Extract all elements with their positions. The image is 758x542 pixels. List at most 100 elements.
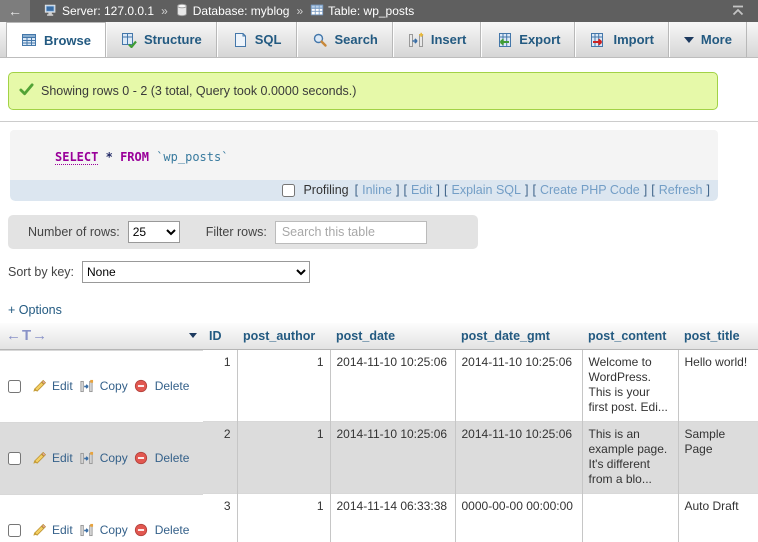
- header-actions-cell: ←T→: [0, 323, 203, 349]
- cell-post-date: 2014-11-10 10:25:06: [330, 349, 455, 422]
- column-header-id[interactable]: ID: [203, 323, 237, 349]
- with-selected-dropdown-icon[interactable]: [189, 333, 197, 338]
- chevron-down-icon: [684, 37, 694, 43]
- cell-post-author: 1: [237, 422, 330, 494]
- cell-id: 2: [203, 422, 237, 494]
- row-select-checkbox[interactable]: [8, 524, 21, 537]
- copy-icon: [79, 523, 94, 538]
- bracket: ]: [396, 183, 399, 197]
- breadcrumb-server[interactable]: Server: 127.0.0.1: [44, 3, 154, 20]
- delete-row-link[interactable]: Delete: [155, 451, 190, 466]
- explain-sql-link[interactable]: Explain SQL: [451, 183, 520, 197]
- profiling-checkbox[interactable]: [282, 184, 295, 197]
- sql-icon: [232, 32, 248, 48]
- tab-export[interactable]: Export: [481, 22, 575, 57]
- filter-rows-label: Filter rows:: [206, 225, 267, 239]
- refresh-link[interactable]: Refresh: [659, 183, 703, 197]
- sql-query-text: SELECT * FROM `wp_posts`: [10, 130, 718, 180]
- tab-structure-label: Structure: [144, 32, 202, 47]
- column-header-post-date[interactable]: post_date: [330, 323, 455, 349]
- bracket: [: [532, 183, 535, 197]
- results-table: ←T→ ID post_author post_date post_date_g…: [0, 323, 758, 542]
- table-header-row: ←T→ ID post_author post_date post_date_g…: [0, 323, 758, 349]
- column-header-post-date-gmt[interactable]: post_date_gmt: [455, 323, 582, 349]
- tab-import[interactable]: Import: [575, 22, 668, 57]
- number-of-rows-select[interactable]: 25: [128, 221, 180, 243]
- tab-browse-label: Browse: [44, 33, 91, 48]
- search-icon: [312, 32, 328, 48]
- tab-search[interactable]: Search: [297, 22, 393, 57]
- edit-query-link[interactable]: Edit: [411, 183, 433, 197]
- inline-link[interactable]: Inline: [362, 183, 392, 197]
- table-row: Edit Copy Delete 1 1 2014-11-10 10:25:06…: [0, 349, 758, 422]
- tab-browse[interactable]: Browse: [6, 22, 106, 57]
- copy-icon: [79, 451, 94, 466]
- column-header-post-author[interactable]: post_author: [237, 323, 330, 349]
- tab-sql[interactable]: SQL: [217, 22, 297, 57]
- insert-icon: [408, 32, 424, 48]
- query-actions-bar: Profiling [ Inline ] [ Edit ] [ Explain …: [10, 180, 718, 201]
- cell-post-date-gmt: 2014-11-10 10:25:06: [455, 349, 582, 422]
- cell-post-title: Auto Draft: [678, 494, 758, 542]
- delete-icon: [134, 523, 149, 538]
- copy-row-link[interactable]: Copy: [100, 379, 128, 394]
- cell-id: 3: [203, 494, 237, 542]
- filter-rows-input[interactable]: [275, 221, 427, 244]
- pencil-icon: [31, 523, 46, 538]
- table-row: Edit Copy Delete 3 1 2014-11-14 06:33:38…: [0, 494, 758, 542]
- rows-filter-bar: Number of rows: 25 Filter rows:: [8, 215, 478, 249]
- tab-bar: Browse Structure SQL Search Insert Expor…: [0, 22, 758, 58]
- tab-export-label: Export: [519, 32, 560, 47]
- edit-row-link[interactable]: Edit: [52, 451, 73, 466]
- sql-star: *: [106, 150, 113, 164]
- edit-row-link[interactable]: Edit: [52, 523, 73, 538]
- bracket: ]: [644, 183, 647, 197]
- tab-sql-label: SQL: [255, 32, 282, 47]
- tab-more[interactable]: More: [669, 22, 747, 57]
- row-select-checkbox[interactable]: [8, 380, 21, 393]
- bracket: [: [651, 183, 654, 197]
- breadcrumb: Server: 127.0.0.1 » Database: myblog » T…: [44, 3, 414, 20]
- collapse-panel-icon[interactable]: [730, 3, 746, 22]
- breadcrumb-server-label: Server: 127.0.0.1: [62, 4, 154, 18]
- breadcrumb-database-label: Database: myblog: [193, 4, 290, 18]
- sql-keyword-select[interactable]: SELECT: [55, 150, 98, 165]
- cell-id: 1: [203, 349, 237, 422]
- edit-row-link[interactable]: Edit: [52, 379, 73, 394]
- breadcrumb-table-label: Table: wp_posts: [328, 4, 414, 18]
- breadcrumb-table[interactable]: Table: wp_posts: [310, 3, 414, 20]
- success-message-text: Showing rows 0 - 2 (3 total, Query took …: [41, 84, 356, 98]
- cell-post-date: 2014-11-14 06:33:38: [330, 494, 455, 542]
- sql-table-identifier: `wp_posts`: [156, 150, 228, 164]
- sort-by-key-row: Sort by key: None: [8, 261, 758, 283]
- column-header-post-content[interactable]: post_content: [582, 323, 678, 349]
- delete-row-link[interactable]: Delete: [155, 379, 190, 394]
- column-header-post-title[interactable]: post_title: [678, 323, 758, 349]
- structure-icon: [121, 32, 137, 48]
- delete-row-link[interactable]: Delete: [155, 523, 190, 538]
- tab-import-label: Import: [613, 32, 653, 47]
- cell-post-date-gmt: 0000-00-00 00:00:00: [455, 494, 582, 542]
- pencil-icon: [31, 379, 46, 394]
- profiling-label-text: Profiling: [303, 183, 348, 197]
- back-button[interactable]: ←: [0, 0, 30, 22]
- row-select-checkbox[interactable]: [8, 452, 21, 465]
- cell-post-date-gmt: 2014-11-10 10:25:06: [455, 422, 582, 494]
- copy-row-link[interactable]: Copy: [100, 523, 128, 538]
- delete-icon: [134, 379, 149, 394]
- tab-insert[interactable]: Insert: [393, 22, 481, 57]
- tab-more-label: More: [701, 32, 732, 47]
- bracket: ]: [525, 183, 528, 197]
- sort-by-key-select[interactable]: None: [82, 261, 310, 283]
- row-actions-cell: Edit Copy Delete: [0, 350, 203, 422]
- sql-query-box: SELECT * FROM `wp_posts` Profiling [ Inl…: [10, 130, 718, 201]
- breadcrumb-database[interactable]: Database: myblog: [175, 3, 290, 20]
- bracket: [: [444, 183, 447, 197]
- column-order-toggle[interactable]: ←T→: [6, 327, 48, 344]
- cell-post-content: Welcome to WordPress. This is your first…: [582, 349, 678, 422]
- pencil-icon: [31, 451, 46, 466]
- copy-row-link[interactable]: Copy: [100, 451, 128, 466]
- tab-structure[interactable]: Structure: [106, 22, 217, 57]
- options-toggle-link[interactable]: + Options: [8, 303, 62, 317]
- create-php-code-link[interactable]: Create PHP Code: [540, 183, 640, 197]
